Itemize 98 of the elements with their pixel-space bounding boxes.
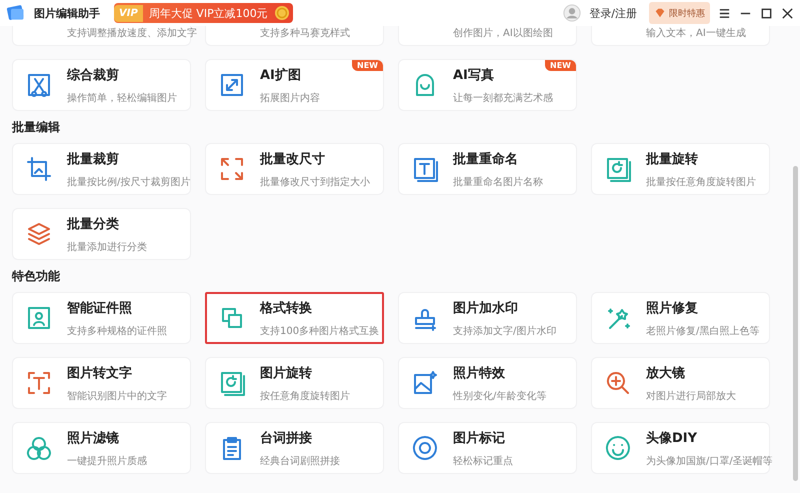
resize-icon (218, 155, 246, 183)
rotate-icon (218, 369, 246, 397)
tool-title: 批量重命名 (453, 150, 519, 168)
tool-description: 支持多种规格的证件照 (67, 324, 167, 338)
tool-card[interactable]: 图片旋转 按任意角度旋转图片 (205, 357, 384, 409)
tool-title: 头像DIY (646, 430, 698, 446)
tool-card[interactable]: 综合裁剪 操作简单，轻松编辑图片 (12, 59, 191, 111)
tool-description: 老照片修复/黑白照上色等 (646, 324, 760, 338)
promo-text: 周年大促 VIP立减100元 (148, 6, 268, 20)
tool-title: AI扩图 (260, 66, 302, 84)
tool-card[interactable]: 头像DIY 为头像加国旗/口罩/圣诞帽等 (591, 422, 770, 474)
tool-title: 综合裁剪 (67, 66, 120, 84)
window-title: 图片编辑助手 (34, 6, 100, 20)
section-heading: 特色功能 (12, 268, 61, 285)
tool-description: 批量按比例/按尺寸裁剪图片 (67, 176, 190, 188)
tool-description: 输入文本，AI一键生成 (646, 26, 746, 40)
tool-description: 智能识别图片中的文字 (67, 390, 167, 402)
tool-card[interactable]: 照片滤镜 一键提升照片质感 (12, 422, 191, 474)
expand-icon (218, 71, 246, 99)
tool-title: 照片特效 (453, 364, 506, 382)
tool-card[interactable]: 批量重命名 批量重命名图片名称 (398, 143, 577, 195)
diamond-icon (654, 7, 666, 19)
tool-card[interactable]: 照片特效 性别变化/年龄变化等 (398, 357, 577, 409)
tool-description: 创作图片，AI以图绘图 (453, 26, 553, 40)
new-badge: NEW (352, 60, 383, 71)
tool-title: 图片转文字 (67, 364, 133, 382)
id-photo-icon (25, 304, 53, 332)
tool-title: 批量分类 (67, 216, 120, 232)
tool-card[interactable]: 图片加水印 支持添加文字/图片水印 (398, 292, 577, 344)
close-icon[interactable] (781, 6, 794, 20)
tool-title: 照片滤镜 (67, 430, 120, 446)
scissors-icon (25, 71, 53, 99)
tool-description: 经典台词剧照拼接 (260, 454, 340, 468)
tool-description: 支持添加文字/图片水印 (453, 324, 556, 338)
tool-card[interactable]: 支持多种马赛克样式 (205, 26, 384, 46)
tool-title: 格式转换 (260, 300, 313, 316)
tool-description: 操作简单，轻松编辑图片 (67, 92, 177, 104)
tool-description: 对图片进行局部放大 (646, 390, 736, 402)
tool-card[interactable]: 格式转换 支持100多种图片格式互换 (205, 292, 384, 344)
tool-card[interactable]: AI扩图 NEW 拓展图片内容 (205, 59, 384, 111)
text-scan-icon (25, 369, 53, 397)
tool-description: 让每一刻都充满艺术感 (453, 92, 553, 104)
filter-icon (25, 434, 53, 462)
tool-card[interactable]: 智能证件照 支持多种规格的证件照 (12, 292, 191, 344)
tool-card[interactable]: 输入文本，AI一键生成 (591, 26, 770, 46)
tool-description: 支持100多种图片格式互换 (260, 324, 380, 338)
tool-card[interactable]: AI写真 NEW 让每一刻都充满艺术感 (398, 59, 577, 111)
smile-icon (604, 434, 632, 462)
tool-card[interactable]: 台词拼接 经典台词剧照拼接 (205, 422, 384, 474)
crop-icon (25, 155, 53, 183)
tool-card[interactable]: 图片标记 轻松标记重点 (398, 422, 577, 474)
tool-description: 批量修改尺寸到指定大小 (260, 176, 370, 188)
tool-description: 支持调整播放速度、添加文字 (67, 26, 197, 40)
coin-icon (274, 5, 290, 21)
menu-icon[interactable] (718, 6, 731, 20)
tool-title: 图片旋转 (260, 364, 313, 382)
maximize-icon[interactable] (760, 6, 773, 20)
tool-card[interactable]: 照片修复 老照片修复/黑白照上色等 (591, 292, 770, 344)
offer-button[interactable]: 限时特惠 (649, 2, 710, 24)
tool-title: AI写真 (453, 66, 495, 84)
tool-title: 图片标记 (453, 430, 506, 446)
tool-card[interactable]: 放大镜 对图片进行局部放大 (591, 357, 770, 409)
zoom-icon (604, 369, 632, 397)
tool-card[interactable]: 批量旋转 批量按任意角度旋转图片 (591, 143, 770, 195)
rotate-icon (604, 155, 632, 183)
app-logo-icon (6, 3, 26, 23)
tool-description: 拓展图片内容 (260, 92, 320, 104)
tool-title: 批量裁剪 (67, 150, 120, 168)
tool-description: 轻松标记重点 (453, 454, 513, 468)
tool-card[interactable]: 创作图片，AI以图绘图 (398, 26, 577, 46)
tool-description: 批量添加进行分类 (67, 240, 147, 254)
tool-card[interactable]: 批量裁剪 批量按比例/按尺寸裁剪图片 (12, 143, 191, 195)
tool-description: 性别变化/年龄变化等 (453, 390, 546, 402)
scrollbar[interactable] (793, 166, 798, 481)
tool-card[interactable]: 图片转文字 智能识别图片中的文字 (12, 357, 191, 409)
tool-title: 放大镜 (646, 364, 686, 382)
tool-description: 一键提升照片质感 (67, 454, 147, 468)
tool-title: 批量改尺寸 (260, 150, 326, 168)
tool-title: 照片修复 (646, 300, 699, 316)
target-icon (411, 434, 439, 462)
layers-icon (25, 220, 53, 248)
tool-card[interactable]: 批量分类 批量添加进行分类 (12, 208, 191, 260)
new-badge: NEW (545, 60, 576, 71)
tool-card[interactable]: 批量改尺寸 批量修改尺寸到指定大小 (205, 143, 384, 195)
tool-description: 支持多种马赛克样式 (260, 26, 350, 40)
tool-description: 按任意角度旋转图片 (260, 390, 350, 402)
tool-title: 图片加水印 (453, 300, 519, 316)
tool-title: 台词拼接 (260, 430, 313, 446)
tool-description: 批量重命名图片名称 (453, 176, 543, 188)
tool-title: 智能证件照 (67, 300, 133, 316)
vip-badge: VIP (114, 4, 143, 22)
tool-description: 批量按任意角度旋转图片 (646, 176, 756, 188)
image-sparkle-icon (411, 369, 439, 397)
tool-title: 批量旋转 (646, 150, 699, 168)
login-link[interactable]: 登录/注册 (589, 6, 637, 20)
text-box-icon (411, 155, 439, 183)
tool-description: 为头像加国旗/口罩/圣诞帽等 (646, 454, 773, 468)
section-heading: 批量编辑 (12, 119, 61, 136)
